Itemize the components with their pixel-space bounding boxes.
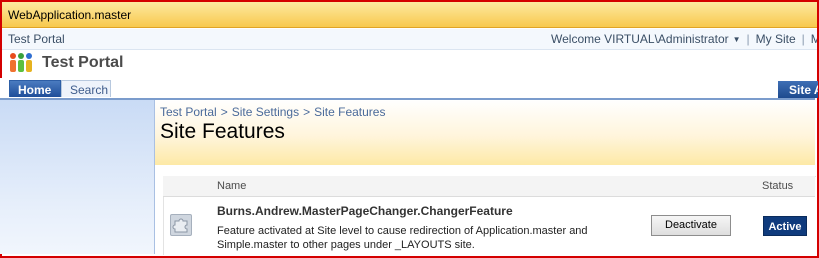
separator: | (746, 32, 750, 46)
breadcrumb-current: Site Features (314, 105, 386, 119)
feature-name: Burns.Andrew.MasterPageChanger.ChangerFe… (217, 204, 513, 218)
breadcrumb-separator: > (220, 105, 228, 119)
topbar-right: Welcome VIRTUAL\Administrator▼ | My Site | M… (551, 32, 817, 46)
table-header (163, 176, 815, 197)
tab-search[interactable]: Search (61, 80, 111, 97)
window-titlebar: WebApplication.master (2, 2, 817, 28)
site-name-link[interactable]: Test Portal (8, 32, 65, 46)
status-badge: Active (763, 216, 807, 236)
window-title: WebApplication.master (8, 8, 132, 22)
page-title: Site Features (160, 120, 285, 143)
breadcrumb-link-settings[interactable]: Site Settings (232, 105, 299, 119)
deactivate-button[interactable]: Deactivate (651, 215, 731, 236)
puzzle-feature-icon (170, 214, 192, 236)
my-links-link[interactable]: My Lin (811, 32, 817, 46)
site-actions-button[interactable]: Site A (778, 81, 818, 98)
column-header-name: Name (217, 180, 247, 192)
left-navigation (0, 100, 155, 254)
site-header (2, 50, 817, 80)
feature-description: Feature activated at Site level to cause… (217, 225, 588, 251)
global-topbar: Test Portal Welcome VIRTUAL\Administrato… (2, 29, 817, 50)
breadcrumb: Test Portal > Site Settings > Site Features (160, 105, 385, 119)
welcome-menu[interactable]: Welcome VIRTUAL\Administrator ▼ (551, 32, 741, 46)
breadcrumb-link-portal[interactable]: Test Portal (160, 105, 217, 119)
tab-home[interactable]: Home (9, 80, 61, 97)
breadcrumb-separator: > (303, 105, 311, 119)
column-header-status: Status (762, 180, 794, 192)
my-site-link[interactable]: My Site (756, 32, 796, 46)
separator: | (801, 32, 805, 46)
site-title[interactable]: Test Portal (42, 54, 124, 72)
chevron-down-icon: ▼ (732, 35, 741, 44)
welcome-text: Welcome VIRTUAL\Administrator (551, 32, 729, 46)
top-nav (0, 78, 815, 100)
people-logo-icon (10, 53, 32, 72)
